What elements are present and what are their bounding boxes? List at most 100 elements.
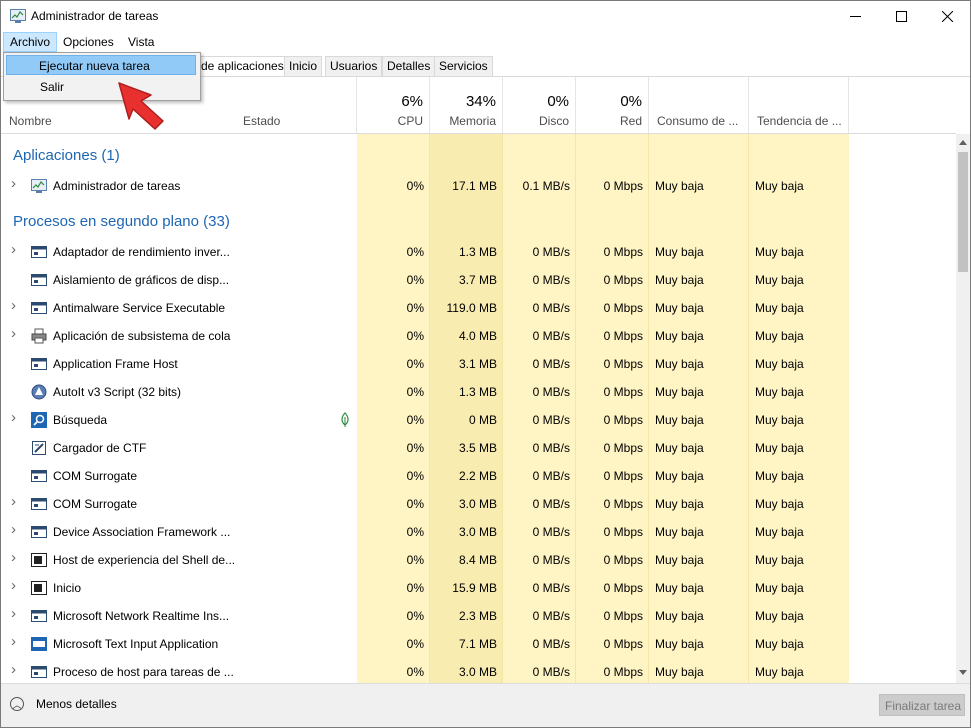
network-cell: 0 Mbps [603,179,643,193]
cpu-cell: 0% [406,497,424,511]
cpu-cell: 0% [406,413,424,427]
process-row[interactable]: › Microsoft Network Realtime Ins... 0% 2.3 … [1,602,956,630]
disk-cell: 0.1 MB/s [522,179,570,193]
chevron-up-icon: ︿ [10,697,24,711]
power-cell: Muy baja [655,357,704,371]
process-row[interactable]: COM Surrogate 0% 2.2 MB 0 MB/s 0 Mbps Muy baj… [1,462,956,490]
tab-usuarios[interactable]: Usuarios [325,56,383,76]
process-row[interactable]: AutoIt v3 Script (32 bits) 0% 1.3 MB 0 MB/s… [1,378,956,406]
group-header-background: Procesos en segundo plano (33) [13,213,230,230]
scroll-down-icon[interactable] [959,670,967,676]
disk-cell: 0 MB/s [532,553,570,567]
expand-chevron-icon[interactable]: › [11,605,16,622]
process-name: Microsoft Network Realtime Ins... [53,609,230,623]
menu-item-ejecutar-nueva-tarea[interactable]: Ejecutar nueva tarea [6,55,196,75]
tab-detalles[interactable]: Detalles [382,56,436,76]
column-header-memory[interactable]: 34% Memoria [430,77,503,133]
ctf-loader-icon [31,440,47,456]
disk-cell: 0 MB/s [532,245,570,259]
process-row[interactable]: › Inicio 0% 15.9 MB 0 MB/s 0 Mbps Muy baja Muy … [1,574,956,602]
expand-chevron-icon[interactable]: › [11,633,16,650]
column-header-status[interactable]: Estado [235,77,357,133]
expand-chevron-icon[interactable]: › [11,409,16,426]
column-header-power[interactable]: Consumo de ... [649,77,749,133]
task-manager-window: Administrador de tareas Archivo Opciones… [0,0,971,728]
process-row[interactable]: › Búsqueda 0% 0 MB 0 MB/s 0 Mbps Muy baja Muy b… [1,406,956,434]
process-row[interactable]: › Microsoft Text Input Application 0% 7.1 M… [1,630,956,658]
shell-host-icon [31,580,47,596]
power-cell: Muy baja [655,469,704,483]
expand-chevron-icon[interactable]: › [11,549,16,566]
process-row[interactable]: › Antimalware Service Executable 0% 119.0 M… [1,294,956,322]
network-cell: 0 Mbps [603,665,643,679]
end-task-button[interactable]: Finalizar tarea [879,694,965,716]
process-row[interactable]: › Host de experiencia del Shell de... 0% 8.… [1,546,956,574]
expand-chevron-icon[interactable]: › [11,175,16,192]
close-button[interactable] [924,1,970,32]
process-name: Aislamiento de gráficos de disp... [53,273,230,287]
process-row[interactable]: Cargador de CTF 0% 3.5 MB 0 MB/s 0 Mbps Muy b… [1,434,956,462]
process-row[interactable]: › Proceso de host para tareas de ... 0% 3.0… [1,658,956,683]
power-cell: Muy baja [655,273,704,287]
menu-opciones[interactable]: Opciones [57,33,120,51]
disk-cell: 0 MB/s [532,469,570,483]
column-header-cpu[interactable]: 6% CPU [357,77,430,133]
process-row[interactable]: › COM Surrogate 0% 3.0 MB 0 MB/s 0 Mbps Muy ba… [1,490,956,518]
expand-chevron-icon[interactable]: › [11,521,16,538]
power-cell: Muy baja [655,665,704,679]
menu-vista[interactable]: Vista [122,33,160,51]
expand-chevron-icon[interactable]: › [11,493,16,510]
power-cell: Muy baja [655,179,704,193]
memory-cell: 3.0 MB [458,665,497,679]
process-row[interactable]: › Adaptador de rendimiento inver... 0% 1.3 … [1,238,956,266]
footer-bar: ︿ Menos detalles Finalizar tarea [1,683,970,727]
process-row[interactable]: Application Frame Host 0% 3.1 MB 0 MB/s 0 Mb… [1,350,956,378]
task-manager-icon [31,178,47,194]
network-cell: 0 Mbps [603,441,643,455]
expand-chevron-icon[interactable]: › [11,577,16,594]
process-name: Aplicación de subsistema de cola [53,329,231,343]
expand-chevron-icon[interactable]: › [11,325,16,342]
scrollbar-thumb[interactable] [958,152,968,272]
expand-chevron-icon[interactable]: › [11,297,16,314]
process-name: Host de experiencia del Shell de... [53,553,236,567]
network-cell: 0 Mbps [603,609,643,623]
network-cell: 0 Mbps [603,329,643,343]
power-trend-cell: Muy baja [755,497,804,511]
network-cell: 0 Mbps [603,525,643,539]
window-app-icon [31,468,47,484]
power-cell: Muy baja [655,329,704,343]
minimize-button[interactable] [832,1,878,32]
expand-chevron-icon[interactable]: › [11,241,16,258]
vertical-scrollbar[interactable] [956,134,970,683]
disk-cell: 0 MB/s [532,665,570,679]
column-header-network[interactable]: 0% Red [576,77,649,133]
title-bar: Administrador de tareas [1,1,970,32]
memory-cell: 3.5 MB [458,441,497,455]
process-name: Inicio [53,581,82,595]
maximize-button[interactable] [878,1,924,32]
process-name: Adaptador de rendimiento inver... [53,245,230,259]
tab-inicio[interactable]: Inicio [284,56,323,76]
expand-chevron-icon[interactable]: › [11,661,16,678]
process-row[interactable]: Aislamiento de gráficos de disp... 0% 3.7 … [1,266,956,294]
column-header-power-trend[interactable]: Tendencia de ... [749,77,849,133]
process-row[interactable]: › Device Association Framework ... 0% 3.0 M… [1,518,956,546]
cpu-cell: 0% [406,385,424,399]
process-row[interactable]: › Administrador de tareas 0% 17.1 MB 0.1 MB/… [1,172,956,200]
network-cell: 0 Mbps [603,637,643,651]
scroll-up-icon[interactable] [959,139,967,145]
process-name: Microsoft Text Input Application [53,637,219,651]
tab-historial-aplicaciones[interactable]: de aplicaciones [196,56,289,76]
window-app-icon [31,664,47,680]
power-cell: Muy baja [655,581,704,595]
column-header-disk[interactable]: 0% Disco [503,77,576,133]
process-row[interactable]: › Aplicación de subsistema de cola 0% 4.0 M… [1,322,956,350]
cpu-cell: 0% [406,637,424,651]
minimize-icon [849,16,861,17]
menu-archivo[interactable]: Archivo [3,32,58,52]
tab-servicios[interactable]: Servicios [434,56,493,76]
cpu-cell: 0% [406,179,424,193]
power-trend-cell: Muy baja [755,525,804,539]
disk-cell: 0 MB/s [532,609,570,623]
